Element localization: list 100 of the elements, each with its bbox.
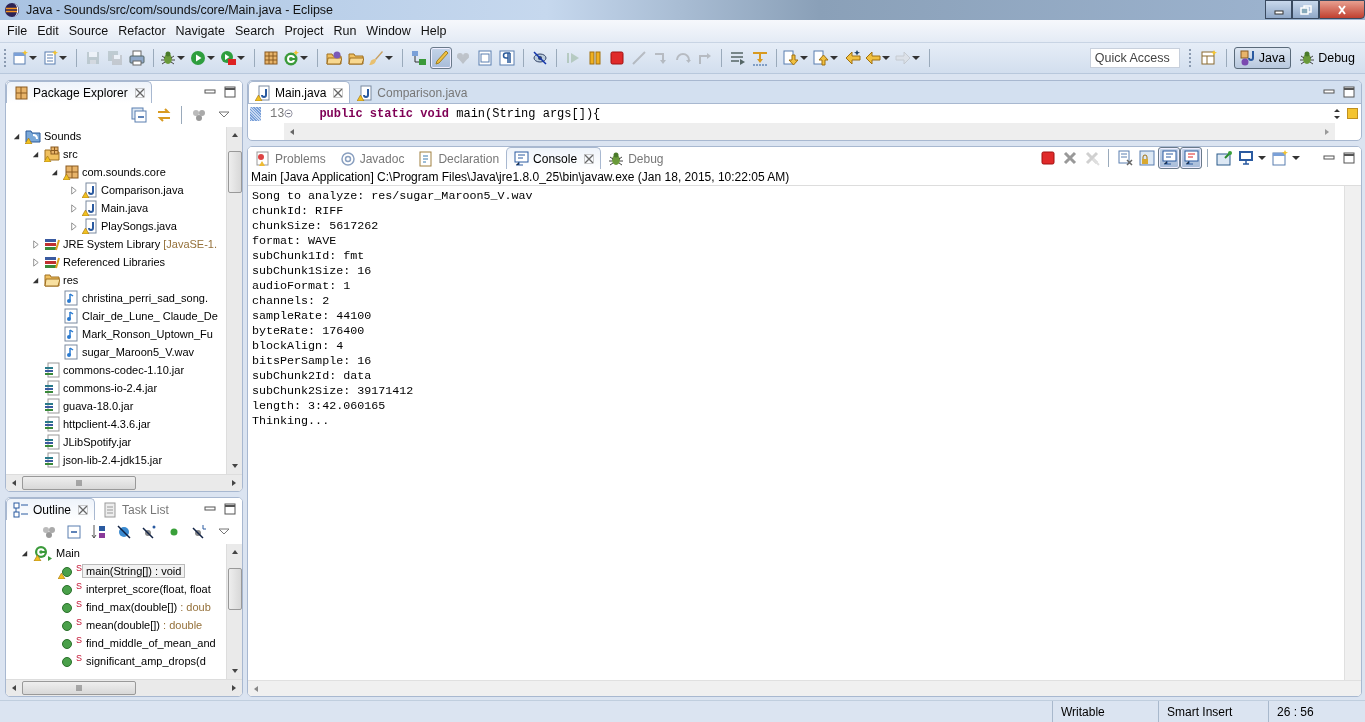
expand-arrow-icon[interactable] (69, 185, 78, 195)
sort-icon[interactable] (91, 524, 107, 540)
menu-item[interactable]: File (2, 24, 33, 38)
play-toolbox-icon[interactable] (220, 50, 236, 66)
caret-icon[interactable] (882, 55, 890, 61)
tab-label[interactable]: Debug (628, 151, 664, 166)
collapse-all-icon[interactable] (66, 524, 82, 540)
view-tab[interactable]: Task List (95, 498, 176, 520)
tree-item[interactable]: sugar_Maroon5_V.wav (82, 346, 195, 358)
lines-icon[interactable] (730, 50, 746, 66)
tree-item[interactable]: Main (56, 547, 80, 559)
tab-label[interactable]: Declaration (438, 151, 500, 166)
class-icon[interactable] (283, 50, 299, 66)
tree-item[interactable]: Main.java (101, 202, 149, 214)
close-button[interactable] (1319, 0, 1365, 19)
scrollbar[interactable] (1344, 186, 1361, 680)
tree-item[interactable]: christina_perri_sad_song. (82, 292, 208, 304)
menu-item[interactable]: Edit (32, 24, 64, 38)
perspective-button[interactable]: Debug (1293, 47, 1361, 69)
restore-button[interactable] (1292, 0, 1319, 19)
tree-item[interactable]: httpclient-4.3.6.jar (63, 418, 151, 430)
caret-icon[interactable] (830, 55, 838, 61)
folder-icon[interactable] (348, 50, 364, 66)
tree-item[interactable]: Mark_Ronson_Uptown_Fu (82, 328, 213, 340)
quick-access-field[interactable]: Quick Access (1089, 48, 1180, 68)
hierarchy-icon[interactable] (411, 50, 427, 66)
scrollbar[interactable] (284, 123, 1335, 140)
tree-item[interactable]: res (63, 274, 79, 286)
collapse-arrow-icon[interactable] (31, 149, 40, 159)
caret-icon[interactable] (800, 55, 808, 61)
pause-icon[interactable] (587, 50, 603, 66)
outline-item[interactable]: main(String[]) : void (82, 564, 186, 578)
menu-item[interactable]: Help (415, 24, 452, 38)
view-tab[interactable]: Package Explorer (6, 81, 152, 103)
grid-icon[interactable] (263, 50, 279, 66)
tree-item[interactable]: Comparison.java (101, 184, 184, 196)
dots-icon[interactable] (41, 524, 57, 540)
tab-label[interactable]: Task List (122, 502, 169, 517)
maximize-icon[interactable] (224, 503, 236, 515)
pilcrow-icon[interactable] (499, 50, 515, 66)
expand-arrow-icon[interactable] (69, 221, 78, 231)
tab-label[interactable]: Console (533, 151, 578, 166)
scrollbar-thumb[interactable] (227, 568, 242, 610)
expand-arrow-icon[interactable] (69, 203, 78, 213)
scrollbar-thumb[interactable] (227, 151, 242, 193)
perspective-button[interactable]: Java (1233, 47, 1292, 69)
tab-label[interactable]: Outline (33, 502, 72, 517)
tree-item[interactable]: Referenced Libraries (63, 256, 166, 268)
maximize-icon[interactable] (224, 86, 236, 98)
print-icon[interactable] (129, 50, 145, 66)
menu-item[interactable]: Project (279, 24, 329, 38)
close-icon[interactable] (1062, 150, 1078, 166)
hide-local-icon[interactable] (191, 524, 207, 540)
stop-icon[interactable] (1040, 150, 1056, 166)
collapse-arrow-icon[interactable] (31, 275, 40, 285)
editor-tab[interactable]: Comparison.java (350, 81, 475, 103)
collapse-arrow-icon[interactable] (50, 167, 59, 177)
tree-item[interactable]: PlaySongs.java (101, 220, 177, 232)
tree-item[interactable]: Sounds (44, 130, 82, 142)
hide-static-icon[interactable] (141, 524, 157, 540)
menu-item[interactable]: Navigate (170, 24, 230, 38)
link-arrows-icon[interactable] (156, 107, 172, 123)
view-tab[interactable]: Problems (248, 147, 333, 169)
close-icon[interactable] (333, 87, 344, 98)
hide-fields-icon[interactable] (116, 524, 132, 540)
scroll-arrows-icon[interactable] (1332, 106, 1342, 121)
menu-item[interactable]: Window (361, 24, 416, 38)
outline-item[interactable]: significant_amp_drops(d (82, 654, 210, 668)
maximize-icon[interactable] (1343, 152, 1355, 164)
tab-label[interactable]: Comparison.java (377, 85, 468, 100)
open-perspective-icon[interactable] (1200, 50, 1217, 66)
collapse-all-icon[interactable] (131, 107, 147, 123)
pin-icon[interactable] (1216, 150, 1232, 166)
caret-icon[interactable] (385, 55, 393, 61)
view-tab[interactable]: Declaration (411, 147, 507, 169)
menu-item[interactable]: Search (229, 24, 280, 38)
minimize-button[interactable] (1265, 0, 1292, 19)
lock-icon[interactable] (1139, 150, 1155, 166)
menu-item[interactable]: Source (63, 24, 114, 38)
outline-item[interactable]: interpret_score(float, float (82, 582, 215, 596)
caret-icon[interactable] (59, 55, 67, 61)
expand-arrow-icon[interactable] (31, 239, 40, 249)
tab-label[interactable]: Problems (275, 151, 326, 166)
filter-icon[interactable] (752, 50, 768, 66)
outline-item[interactable]: mean(double[]) : double (82, 618, 207, 632)
tree-item[interactable]: JRE System Library (63, 238, 161, 250)
outline-item[interactable]: find_middle_of_mean_and (82, 636, 220, 650)
tree-item[interactable]: Clair_de_Lune_ Claude_De (82, 310, 218, 322)
view-tab[interactable]: Outline (6, 498, 96, 520)
scrollbar[interactable] (226, 127, 242, 474)
view-tab[interactable]: Debug (601, 147, 671, 169)
tab-label[interactable]: Main.java (275, 85, 327, 100)
editor-tab[interactable]: Main.java (248, 81, 351, 103)
monitor-icon[interactable] (1238, 150, 1254, 166)
caret-icon[interactable] (207, 55, 215, 61)
view-tab[interactable]: Console (506, 147, 602, 169)
tree-item[interactable]: json-lib-2.4-jdk15.jar (63, 454, 163, 466)
view-tab[interactable]: Javadoc (332, 147, 412, 169)
fold-icon[interactable] (284, 109, 294, 118)
maximize-icon[interactable] (1343, 86, 1355, 98)
